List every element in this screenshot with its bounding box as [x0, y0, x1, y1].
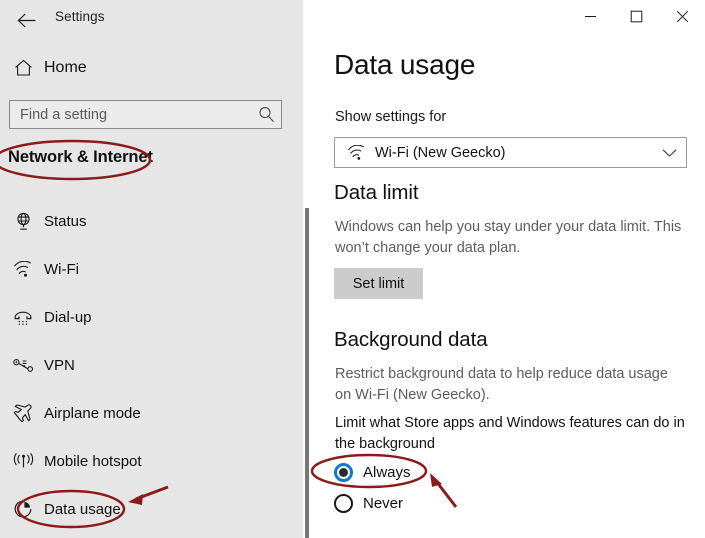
sidebar-item-mobile-hotspot[interactable]: Mobile hotspot: [0, 444, 303, 478]
maximize-button[interactable]: [613, 0, 659, 32]
sidebar-item-home[interactable]: Home: [0, 52, 303, 84]
settings-sidebar: Settings Home Network & Internet: [0, 0, 303, 538]
search-input[interactable]: [10, 101, 251, 128]
data-limit-heading: Data limit: [334, 181, 419, 204]
back-arrow-icon: [17, 13, 35, 27]
sidebar-item-vpn-label: VPN: [44, 356, 75, 374]
radio-option-never-label: Never: [363, 494, 404, 512]
content-scrollbar-thumb[interactable]: [305, 208, 309, 538]
background-data-heading: Background data: [334, 328, 488, 351]
back-button[interactable]: [11, 6, 41, 34]
wifi-icon: [341, 144, 371, 161]
sidebar-item-dialup-label: Dial-up: [44, 308, 92, 326]
minimize-button[interactable]: [567, 0, 613, 32]
sidebar-item-data-usage-label: Data usage: [44, 500, 121, 518]
search-box[interactable]: [9, 100, 282, 129]
window-controls: [567, 0, 705, 32]
maximize-icon: [630, 10, 642, 22]
data-limit-description: Windows can help you stay under your dat…: [335, 219, 682, 256]
network-select-value: Wi-Fi (New Geecko): [375, 144, 506, 161]
sidebar-item-wifi-label: Wi-Fi: [44, 260, 79, 278]
radio-option-always[interactable]: Always: [334, 459, 411, 485]
radio-option-never[interactable]: Never: [334, 490, 403, 516]
sidebar-item-mobile-hotspot-label: Mobile hotspot: [44, 452, 142, 470]
network-select[interactable]: Wi-Fi (New Geecko): [334, 137, 687, 168]
home-icon: [8, 59, 38, 77]
sidebar-item-vpn[interactable]: VPN: [0, 348, 303, 382]
telephone-icon: [8, 308, 38, 326]
sidebar-item-wifi[interactable]: Wi-Fi: [0, 252, 303, 286]
chevron-down-icon[interactable]: [652, 148, 686, 158]
radio-button-always[interactable]: [334, 462, 353, 482]
vpn-icon: [8, 358, 38, 372]
globe-status-icon: [8, 212, 38, 231]
sidebar-item-status[interactable]: Status: [0, 204, 303, 238]
background-data-question: Limit what Store apps and Windows featur…: [335, 415, 685, 452]
sidebar-item-data-usage[interactable]: Data usage: [0, 492, 303, 526]
sidebar-item-airplane-mode[interactable]: Airplane mode: [0, 396, 303, 430]
radio-button-never[interactable]: [334, 493, 353, 513]
background-data-description: Restrict background data to help reduce …: [335, 366, 668, 403]
window-title: Settings: [55, 9, 105, 24]
sidebar-item-airplane-mode-label: Airplane mode: [44, 404, 141, 422]
content-scrollbar[interactable]: [303, 40, 315, 538]
close-button[interactable]: [659, 0, 705, 32]
hotspot-antenna-icon: [8, 452, 38, 470]
show-settings-for-label: Show settings for: [335, 109, 447, 125]
sidebar-category-title: Network & Internet: [8, 148, 153, 166]
main-content: Data usage Show settings for Wi-Fi (New …: [315, 0, 705, 538]
search-icon[interactable]: [251, 101, 281, 128]
close-icon: [676, 10, 688, 22]
sidebar-item-status-label: Status: [44, 212, 87, 230]
minimize-icon: [584, 15, 596, 17]
radio-option-always-label: Always: [363, 463, 411, 481]
airplane-icon: [8, 403, 38, 423]
pie-chart-icon: [8, 499, 38, 519]
set-limit-button[interactable]: Set limit: [334, 268, 423, 299]
sidebar-item-dialup[interactable]: Dial-up: [0, 300, 303, 334]
titlebar-left: Settings: [0, 0, 303, 40]
page-title: Data usage: [334, 49, 476, 80]
radio-dot: [339, 467, 348, 477]
wifi-icon: [8, 260, 38, 278]
sidebar-item-home-label: Home: [44, 59, 87, 76]
